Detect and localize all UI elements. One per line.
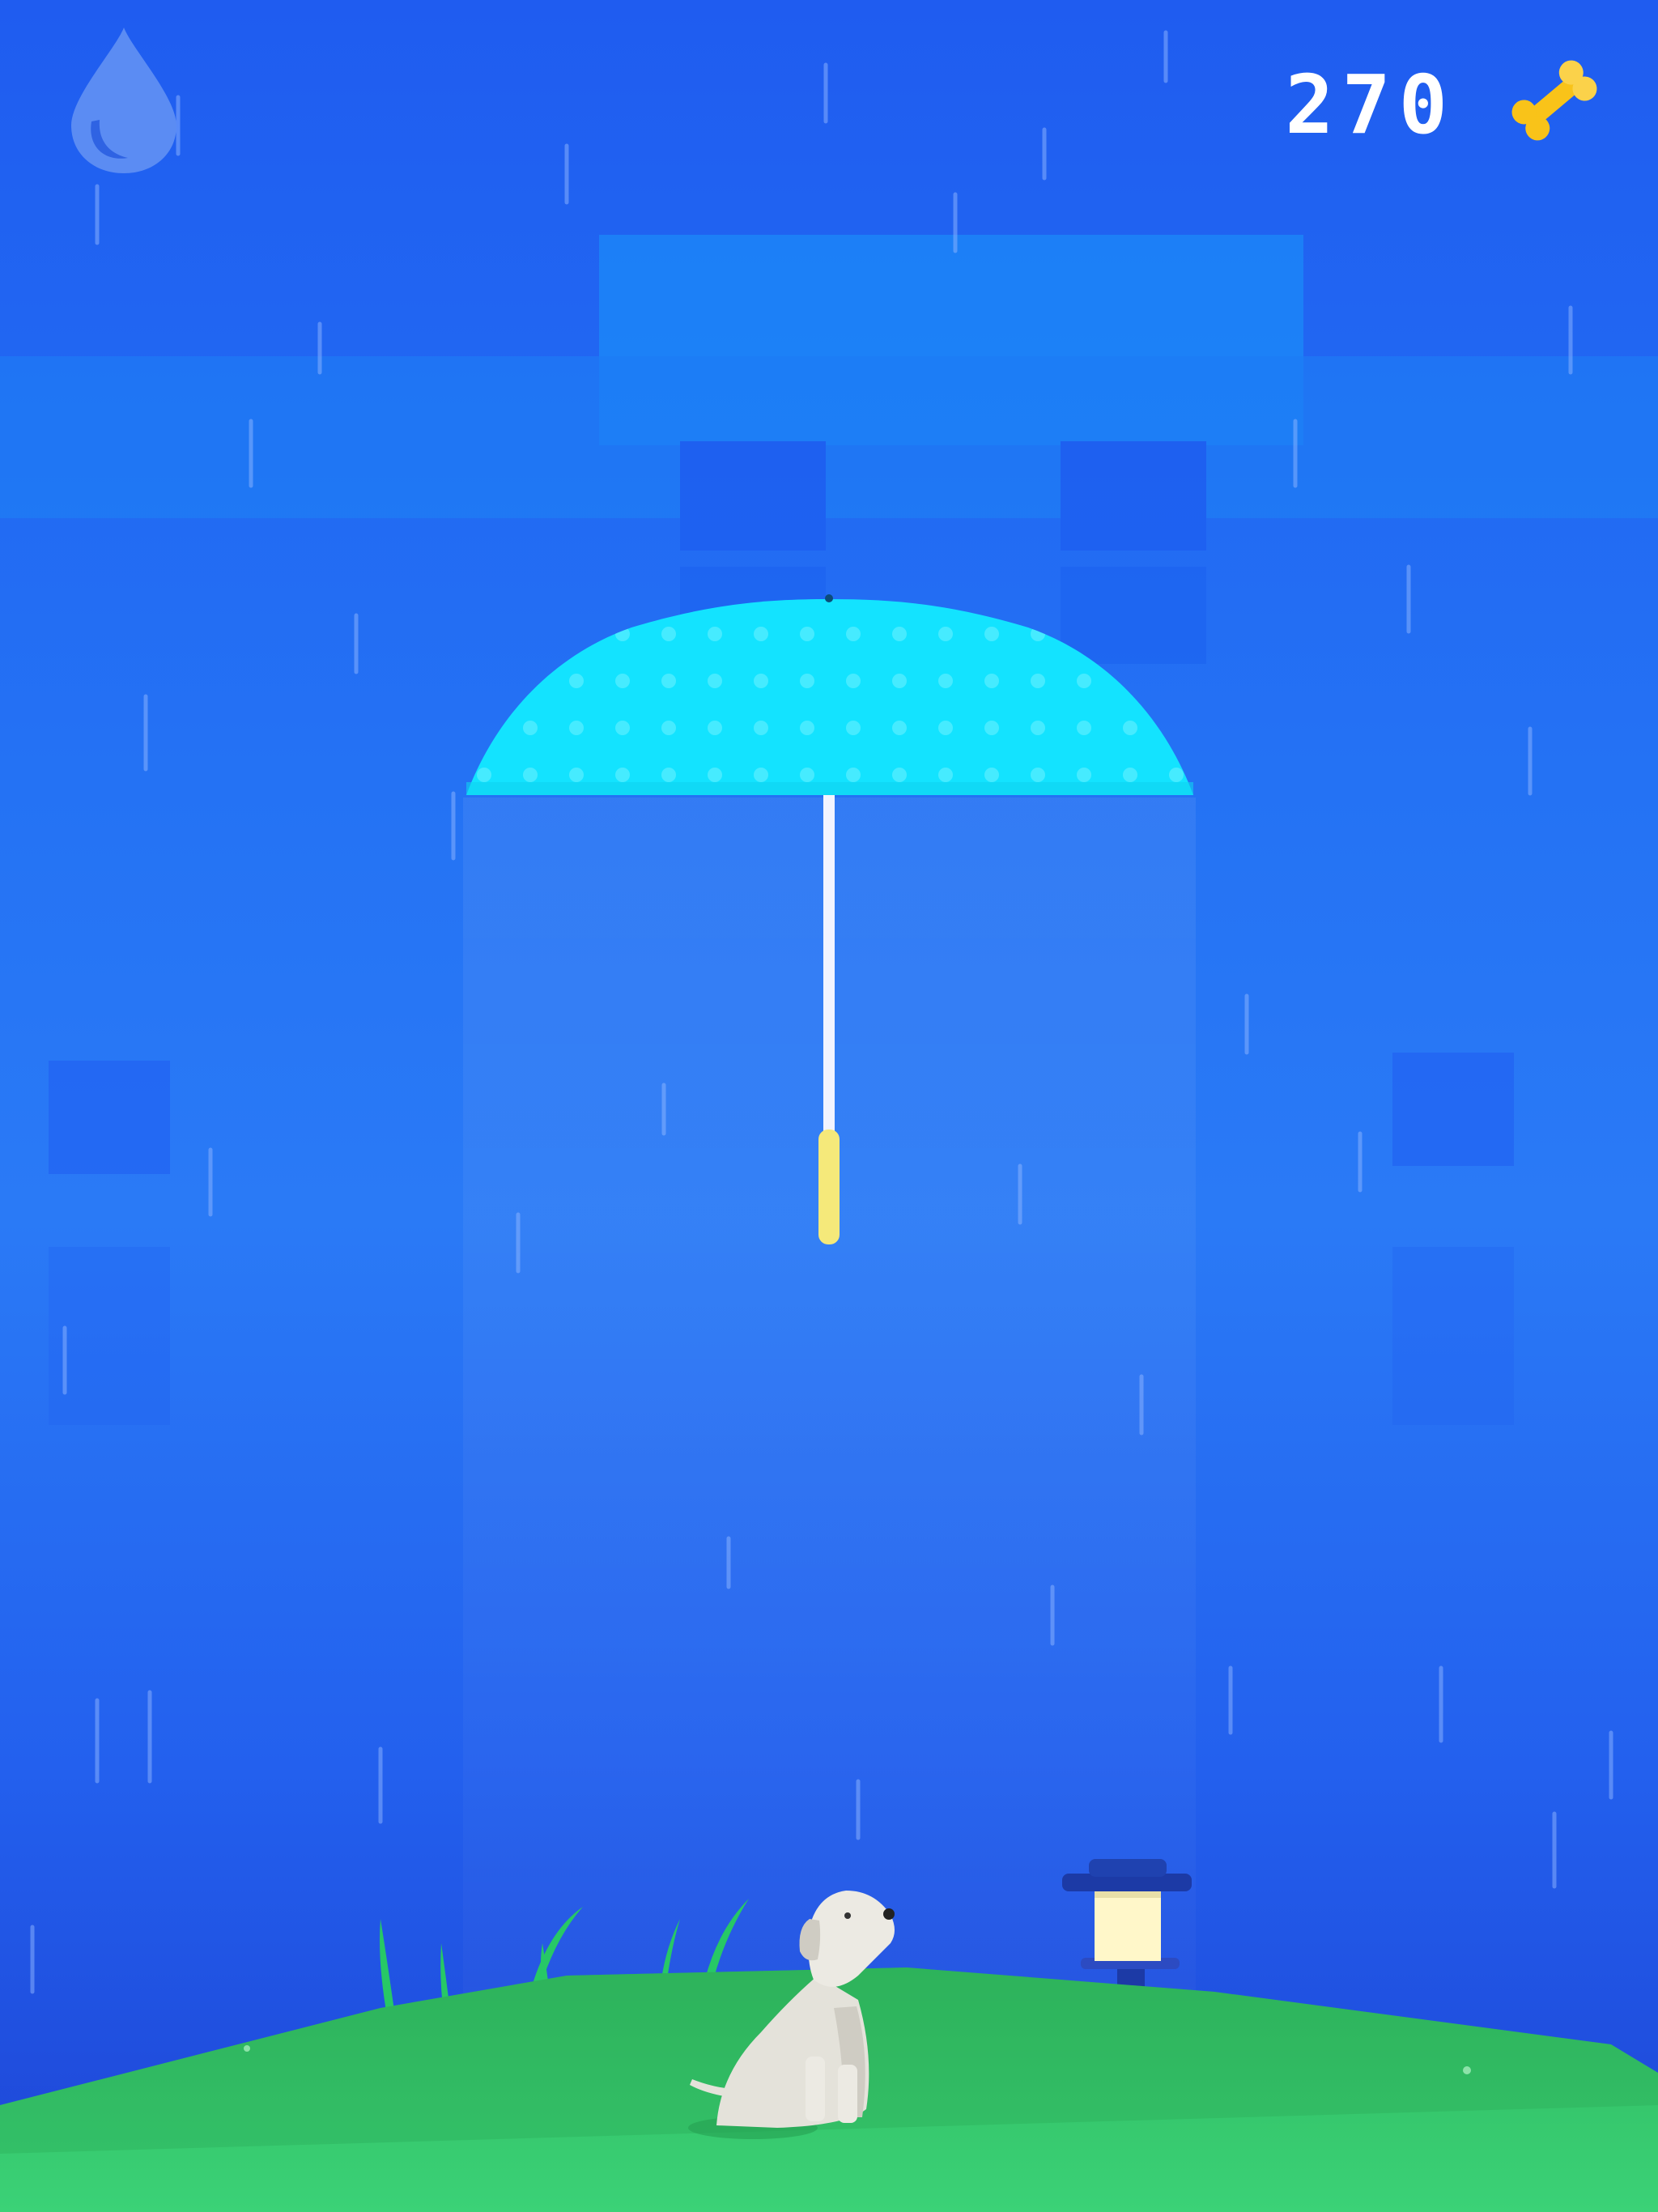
- game-scene: [0, 30, 1658, 2212]
- umbrella-tip: [825, 594, 833, 602]
- dog-nose: [883, 1908, 895, 1920]
- lamp-light: [1095, 1890, 1161, 1961]
- bone-icon: [1506, 52, 1603, 149]
- bone-score-counter: 270: [1285, 57, 1456, 152]
- umbrella-handle: [818, 1129, 840, 1244]
- water-drop-icon[interactable]: [71, 24, 176, 175]
- dog-eye: [844, 1912, 851, 1919]
- umbrella-shaft: [823, 793, 835, 1134]
